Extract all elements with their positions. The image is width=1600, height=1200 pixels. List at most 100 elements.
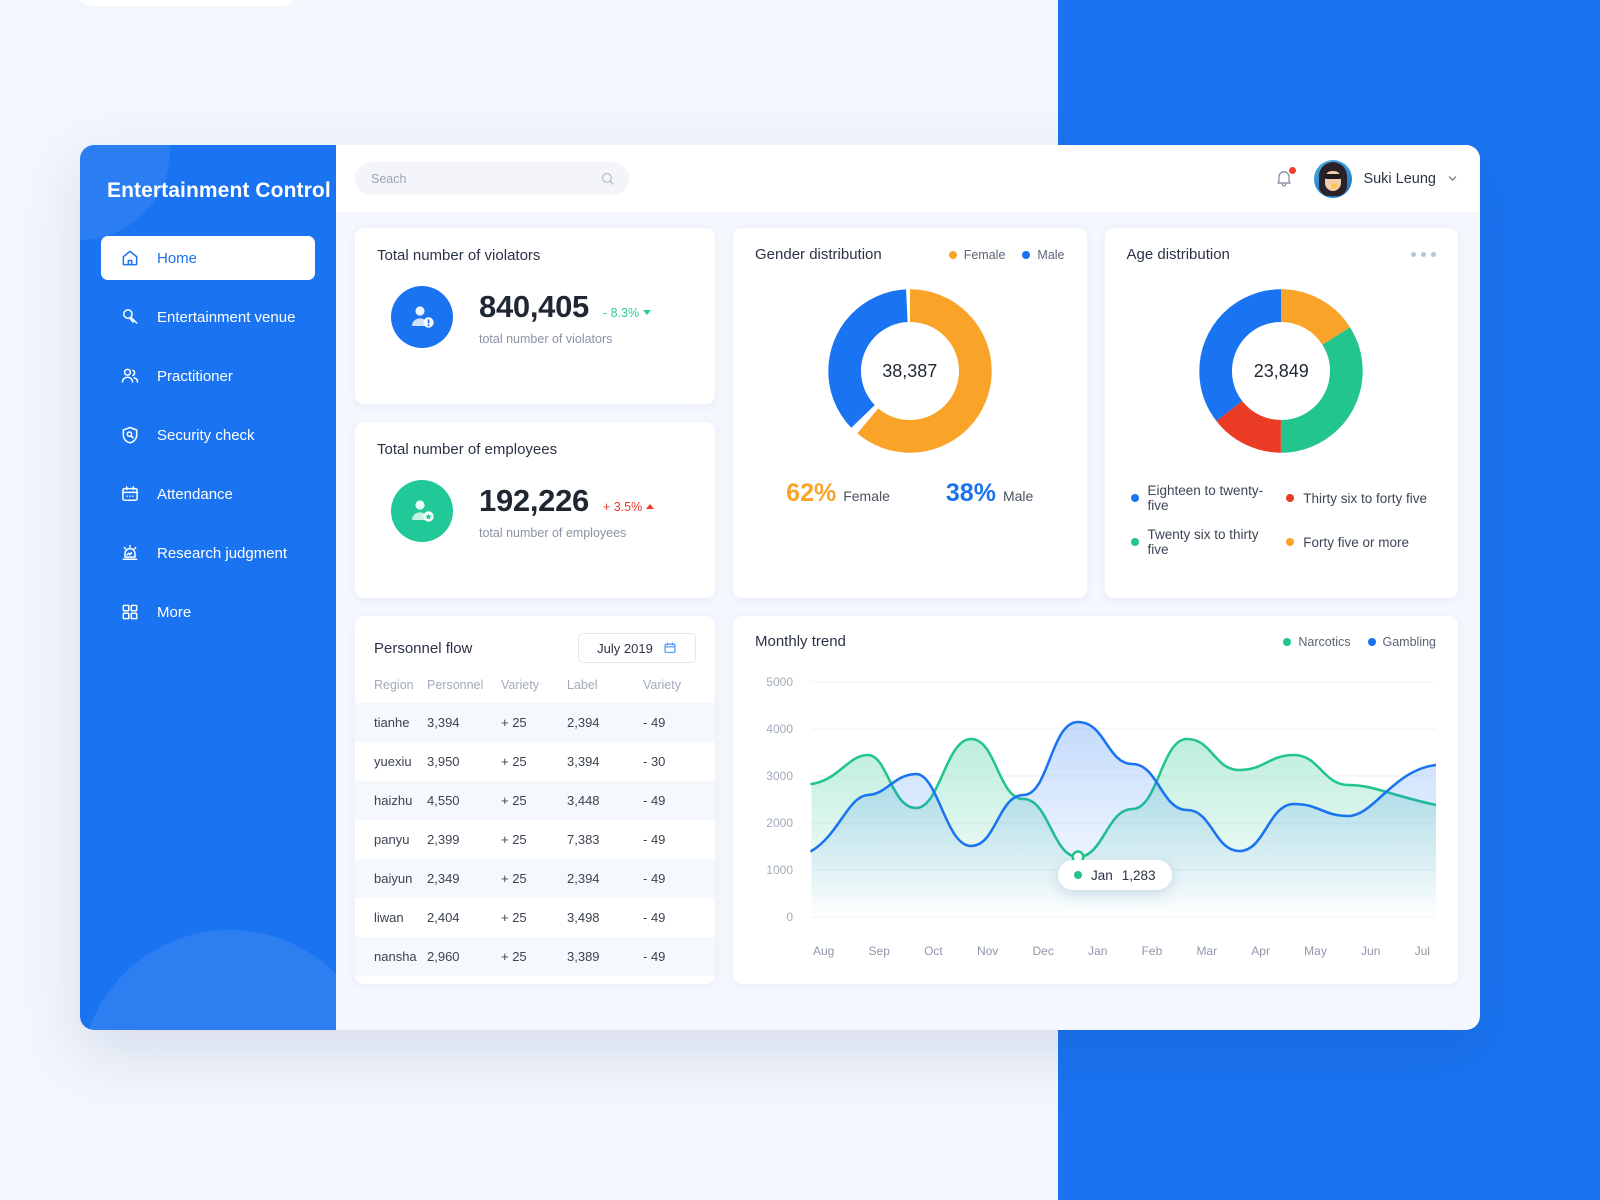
age-donut-center-value: 23,849 xyxy=(1253,360,1309,381)
background-accent-bottom xyxy=(1058,1057,1600,1200)
cell-region: haizhu xyxy=(355,781,427,820)
user-menu[interactable]: Suki Leung xyxy=(1314,159,1458,198)
table-row[interactable]: yuexiu 3,950 + 25 3,394 - 30 xyxy=(355,742,715,781)
main-area: Suki Leung Total number of violators xyxy=(336,145,1480,1030)
violators-avatar-icon xyxy=(391,286,453,348)
table-row[interactable]: nansha 2,960 + 25 3,389 - 49 xyxy=(355,937,715,976)
stat-delta: + 3.5% xyxy=(603,500,655,514)
gender-label: Male xyxy=(1002,488,1034,504)
cell-label: 3,389 xyxy=(567,937,643,976)
sidebar-item-practitioner[interactable]: Practitioner xyxy=(101,354,315,398)
card-title: Monthly trend xyxy=(755,633,846,650)
cell-personnel: 2,399 xyxy=(427,832,460,847)
gender-summary-male: 38% Male xyxy=(946,479,1033,508)
sidebar-item-more[interactable]: More xyxy=(101,590,315,634)
gender-legend: Female Male xyxy=(948,248,1065,262)
cell-label: 2,394 xyxy=(567,859,643,898)
card-title: Gender distribution xyxy=(755,246,882,263)
age-legend: Eighteen to twenty-five Thirty six to fo… xyxy=(1127,483,1437,557)
table-row[interactable]: haizhu 4,550 + 25 3,448 - 49 xyxy=(355,781,715,820)
stat-card-employees: Total number of employees 192,226 + 3.5%… xyxy=(355,422,715,598)
trend-legend: Narcotics Gambling xyxy=(1283,635,1436,649)
legend-label: Narcotics xyxy=(1298,634,1351,649)
card-overflow-menu-button[interactable] xyxy=(1411,252,1436,257)
stat-caption: total number of violators xyxy=(479,331,613,346)
x-tick: Jun xyxy=(1361,944,1381,958)
legend-label: Thirty six to forty five xyxy=(1303,490,1428,506)
legend-item: Thirty six to forty five xyxy=(1286,483,1432,513)
x-tick: May xyxy=(1304,944,1327,958)
cell-label: 2,394 xyxy=(567,703,643,742)
stat-delta-text: - 8.3% xyxy=(602,305,640,320)
sidebar-item-attendance[interactable]: Attendance xyxy=(101,472,315,516)
table-body: tianhe 3,394 + 25 2,394 - 49 yuexiu 3,95… xyxy=(355,703,715,976)
bottom-row: Personnel flow July 2019 Region Personne… xyxy=(355,616,1458,984)
user-name: Suki Leung xyxy=(1363,170,1436,187)
legend-swatch xyxy=(1286,538,1295,546)
sidebar-item-security-check[interactable]: Security check xyxy=(101,413,315,457)
legend-item: Female xyxy=(948,248,1005,262)
monthly-trend-card: Monthly trend Narcotics Gambling 5000 40… xyxy=(733,616,1458,984)
personnel-flow-card: Personnel flow July 2019 Region Personne… xyxy=(355,616,715,984)
cell-variety-1: + 25 xyxy=(501,832,527,847)
notification-badge xyxy=(1289,166,1297,174)
background-accent-top xyxy=(1058,0,1600,152)
x-tick: Mar xyxy=(1196,944,1218,958)
top-row: Total number of violators 840,405 - 8.3%… xyxy=(355,228,1458,598)
legend-label: Gambling xyxy=(1382,634,1437,649)
x-tick: Feb xyxy=(1141,944,1163,958)
search-icon xyxy=(601,172,614,185)
tooltip-value: 1,283 xyxy=(1121,867,1156,883)
search-input[interactable] xyxy=(371,171,600,186)
stat-caption: total number of employees xyxy=(479,525,627,540)
stat-delta: - 8.3% xyxy=(602,305,652,320)
y-tick-2000: 2000 xyxy=(766,816,793,830)
table-row[interactable]: panyu 2,399 + 25 7,383 - 49 xyxy=(355,820,715,859)
search-box[interactable] xyxy=(355,162,629,195)
cell-personnel: 3,394 xyxy=(427,703,501,742)
sidebar-item-home[interactable]: Home xyxy=(101,236,315,280)
legend-swatch xyxy=(1286,494,1295,502)
legend-swatch xyxy=(948,250,957,259)
age-donut-chart: 23,849 xyxy=(1195,285,1367,457)
cell-variety-2: - 49 xyxy=(643,910,666,925)
column-header-variety-2: Variety xyxy=(643,678,681,692)
sidebar-item-research-judgment[interactable]: Research judgment xyxy=(101,531,315,575)
stat-card-violators: Total number of violators 840,405 - 8.3%… xyxy=(355,228,715,404)
sidebar-item-label: Practitioner xyxy=(157,367,233,385)
notifications-button[interactable] xyxy=(1274,166,1297,191)
dot xyxy=(1431,252,1436,257)
gender-donut-chart: 38,387 xyxy=(824,285,996,457)
cell-region: yuexiu xyxy=(374,754,412,769)
sidebar-nav: Home Entertainment venue Practitioner Se… xyxy=(80,236,336,634)
stat-value: 192,226 xyxy=(479,482,589,518)
legend-item: Forty five or more xyxy=(1286,527,1432,557)
month-picker[interactable]: July 2019 xyxy=(578,633,696,663)
table-row[interactable]: baiyun 2,349 + 25 2,394 - 49 xyxy=(355,859,715,898)
legend-swatch xyxy=(1130,538,1139,546)
topbar-right: Suki Leung xyxy=(1274,159,1458,198)
sidebar-item-entertainment-venue[interactable]: Entertainment venue xyxy=(101,295,315,339)
age-distribution-card: Age distribution 23,849 Eighteen to twen… xyxy=(1104,228,1458,598)
x-tick: Aug xyxy=(813,944,835,958)
legend-item: Gambling xyxy=(1367,634,1437,649)
column-header-region: Region xyxy=(374,678,414,692)
month-picker-value: July 2019 xyxy=(597,640,653,656)
cell-region: panyu xyxy=(374,832,410,847)
legend-label: Forty five or more xyxy=(1303,534,1410,550)
monthly-trend-chart: 5000 4000 3000 2000 1000 0 Jan 1,283 Aug… xyxy=(755,660,1436,958)
sidebar-item-label: Research judgment xyxy=(157,544,288,562)
table-row[interactable]: liwan 2,404 + 25 3,498 - 49 xyxy=(355,898,715,937)
cell-variety-2: - 49 xyxy=(643,859,715,898)
cell-personnel: 3,950 xyxy=(427,754,460,769)
dot xyxy=(1421,252,1426,257)
cell-personnel: 2,960 xyxy=(427,937,501,976)
y-tick-3000: 3000 xyxy=(766,769,793,783)
cell-label: 3,394 xyxy=(567,754,600,769)
triangle-up-icon xyxy=(646,504,655,509)
trend-x-axis: Aug Sep Oct Nov Dec Jan Feb Mar Apr May xyxy=(813,944,1430,958)
legend-swatch xyxy=(1283,637,1292,646)
table-row[interactable]: tianhe 3,394 + 25 2,394 - 49 xyxy=(355,703,715,742)
cell-region: tianhe xyxy=(355,703,427,742)
cell-personnel: 2,349 xyxy=(427,859,501,898)
